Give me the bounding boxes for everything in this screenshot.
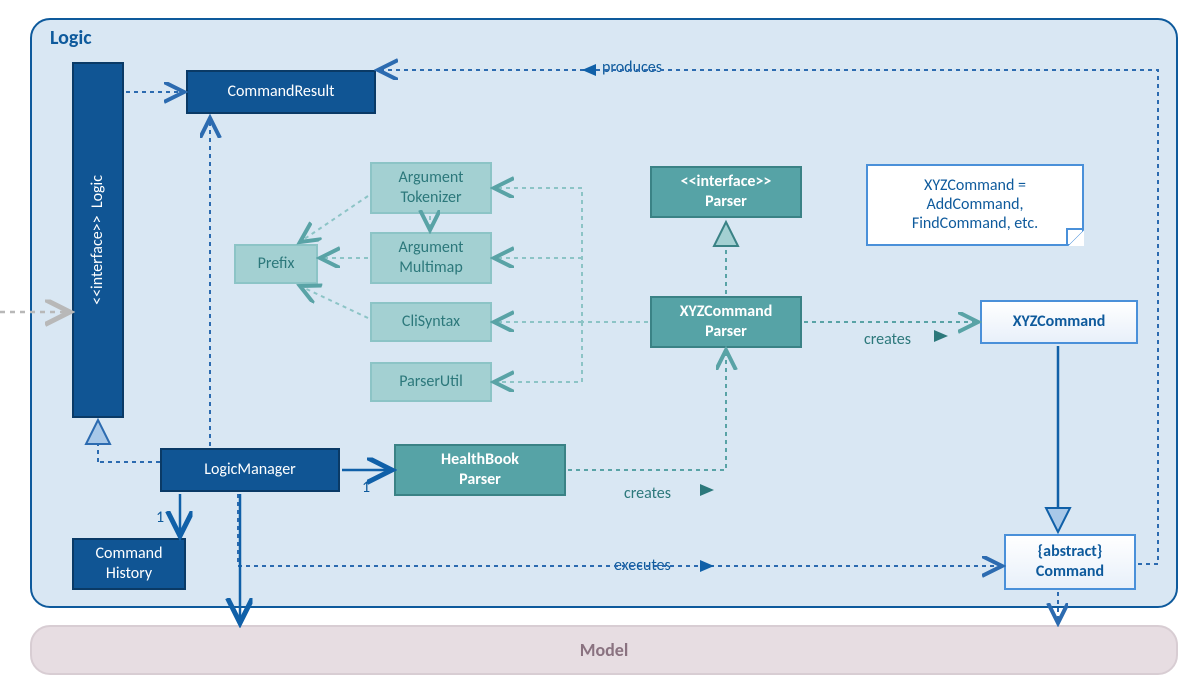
xyz-command-box: XYZCommand bbox=[980, 300, 1138, 344]
creates1-label: creates bbox=[624, 484, 671, 503]
parser-interface-box: <<interface>> Parser bbox=[650, 166, 802, 218]
mult-lm-ch: 1 bbox=[156, 508, 164, 527]
parserutil-label: ParserUtil bbox=[399, 372, 463, 392]
xyz-note: XYZCommand = AddCommand, FindCommand, et… bbox=[866, 164, 1084, 246]
argument-multimap-label: Argument Multimap bbox=[399, 238, 464, 278]
executes-label: executes bbox=[614, 556, 671, 575]
argument-tokenizer-box: Argument Tokenizer bbox=[370, 162, 492, 214]
parser-interface-name: Parser bbox=[681, 192, 772, 212]
argument-tokenizer-label: Argument Tokenizer bbox=[399, 168, 464, 208]
command-history-box: Command History bbox=[72, 538, 186, 590]
healthbook-parser-box: HealthBook Parser bbox=[394, 444, 566, 496]
command-result-label: CommandResult bbox=[227, 82, 334, 102]
logic-interface-box: <<interface>> Logic bbox=[72, 62, 124, 418]
logic-interface-stereotype: <<interface>> bbox=[88, 215, 107, 305]
note-line2: AddCommand, bbox=[882, 195, 1068, 214]
parserutil-box: ParserUtil bbox=[370, 362, 492, 402]
prefix-label: Prefix bbox=[258, 254, 295, 274]
abstract-command-name: Command bbox=[1036, 562, 1104, 582]
healthbook-parser-label: HealthBook Parser bbox=[441, 450, 519, 490]
command-result-box: CommandResult bbox=[186, 70, 376, 114]
xyz-command-parser-label: XYZCommand Parser bbox=[680, 302, 773, 342]
clisyntax-label: CliSyntax bbox=[402, 312, 460, 332]
abstract-command-text: {abstract} Command bbox=[1036, 542, 1104, 582]
xyz-command-parser-box: XYZCommand Parser bbox=[650, 296, 802, 348]
logic-manager-box: LogicManager bbox=[160, 448, 340, 492]
mult-lm-hbp: 1 bbox=[362, 478, 370, 497]
abstract-command-stereotype: {abstract} bbox=[1036, 542, 1104, 562]
note-corner bbox=[1066, 228, 1084, 246]
abstract-command-box: {abstract} Command bbox=[1004, 534, 1136, 590]
model-box: Model bbox=[30, 625, 1178, 675]
package-title: Logic bbox=[50, 26, 92, 50]
prefix-box: Prefix bbox=[234, 244, 318, 284]
produces-label: produces bbox=[602, 58, 662, 77]
command-history-label: Command History bbox=[95, 544, 162, 584]
note-line1: XYZCommand = bbox=[882, 176, 1068, 195]
logic-interface-text: <<interface>> Logic bbox=[88, 175, 108, 305]
logic-interface-name: Logic bbox=[88, 175, 107, 208]
parser-interface-stereotype: <<interface>> bbox=[681, 172, 772, 192]
creates2-label: creates bbox=[864, 330, 911, 349]
parser-interface-text: <<interface>> Parser bbox=[681, 172, 772, 212]
note-line3: FindCommand, etc. bbox=[882, 214, 1068, 233]
model-label: Model bbox=[580, 639, 629, 662]
logic-manager-label: LogicManager bbox=[204, 460, 295, 480]
argument-multimap-box: Argument Multimap bbox=[370, 232, 492, 284]
xyz-command-label: XYZCommand bbox=[1013, 312, 1106, 332]
clisyntax-box: CliSyntax bbox=[370, 302, 492, 342]
